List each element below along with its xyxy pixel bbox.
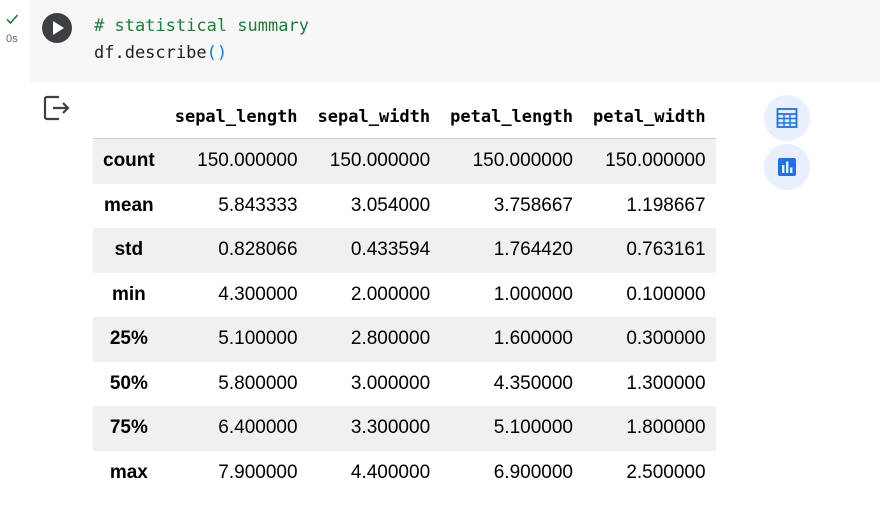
table-row: max 7.900000 4.400000 6.900000 2.500000 [93,451,716,496]
describe-output-table: sepal_length sepal_width petal_length pe… [93,96,716,495]
code-comment: # statistical summary [94,16,309,36]
table-row: mean 5.843333 3.054000 3.758667 1.198667 [93,184,716,229]
table-cell: 3.000000 [350,372,431,394]
table-cell: 0.763161 [626,239,706,261]
code-call: df.describe [94,43,207,63]
table-cell: 5.100000 [493,417,573,439]
table-cell: 3.758667 [493,194,573,216]
code-parens: () [206,43,228,63]
table-header-row: sepal_length sepal_width petal_length pe… [93,96,716,139]
table-row: 75% 6.400000 3.300000 5.100000 1.800000 [93,406,716,451]
table-cell: 6.900000 [493,461,573,483]
row-label: 75% [109,417,148,439]
row-label: 25% [109,328,148,350]
table-cell: 0.300000 [626,328,706,350]
execution-time: 0s [6,33,18,45]
convert-to-interactive-table-button[interactable] [764,95,810,141]
table-row: min 4.300000 2.000000 1.000000 0.100000 [93,273,716,318]
table-cell: 1.300000 [626,372,706,394]
table-icon [776,108,798,128]
table-cell: 2.500000 [626,461,706,483]
table-cell: 5.800000 [218,372,298,394]
table-cell: 1.198667 [626,194,706,216]
cell-gutter: 0s [0,0,30,82]
table-row: 25% 5.100000 2.800000 1.600000 0.300000 [93,317,716,362]
row-label: 50% [109,372,148,394]
column-header: sepal_width [307,96,441,139]
suggest-charts-button[interactable] [764,144,810,190]
table-cell: 150.000000 [197,150,298,172]
row-label: min [111,283,146,305]
table-cell: 150.000000 [605,150,706,172]
code-editor[interactable] [30,0,880,82]
column-header: petal_width [582,96,716,139]
table-row: 50% 5.800000 3.000000 4.350000 1.300000 [93,362,716,407]
row-label: mean [104,194,154,216]
table-cell: 1.764420 [493,239,573,261]
code-statement: df.describe() [94,43,227,63]
table-row: count 150.000000 150.000000 150.000000 1… [93,138,716,184]
run-cell-button[interactable] [42,13,72,43]
column-header: sepal_length [164,96,308,139]
row-label: max [109,461,148,483]
table-cell: 3.300000 [350,417,431,439]
table-cell: 4.350000 [493,372,573,394]
table-cell: 2.000000 [350,283,431,305]
table-cell: 4.300000 [218,283,298,305]
index-header [93,96,165,139]
column-header: petal_length [440,96,583,139]
table-cell: 0.433594 [350,239,431,261]
table-cell: 4.400000 [350,461,431,483]
bar-chart-icon [778,158,796,176]
table-cell: 3.054000 [350,194,431,216]
table-row: std 0.828066 0.433594 1.764420 0.763161 [93,228,716,273]
table-cell: 150.000000 [329,150,431,172]
table-cell: 1.600000 [493,328,573,350]
table-cell: 0.828066 [218,239,298,261]
table-cell: 150.000000 [472,150,573,172]
row-label: std [114,239,144,261]
table-cell: 2.800000 [350,328,431,350]
table-cell: 5.843333 [218,194,298,216]
table-cell: 6.400000 [218,417,298,439]
check-icon [6,14,19,25]
table-cell: 5.100000 [218,328,298,350]
play-icon [53,21,64,35]
row-label: count [103,150,155,172]
table-cell: 7.900000 [218,461,298,483]
table-cell: 1.000000 [493,283,573,305]
table-cell: 1.800000 [626,417,706,439]
table-cell: 0.100000 [626,283,706,305]
output-redirect-icon[interactable] [42,94,72,122]
